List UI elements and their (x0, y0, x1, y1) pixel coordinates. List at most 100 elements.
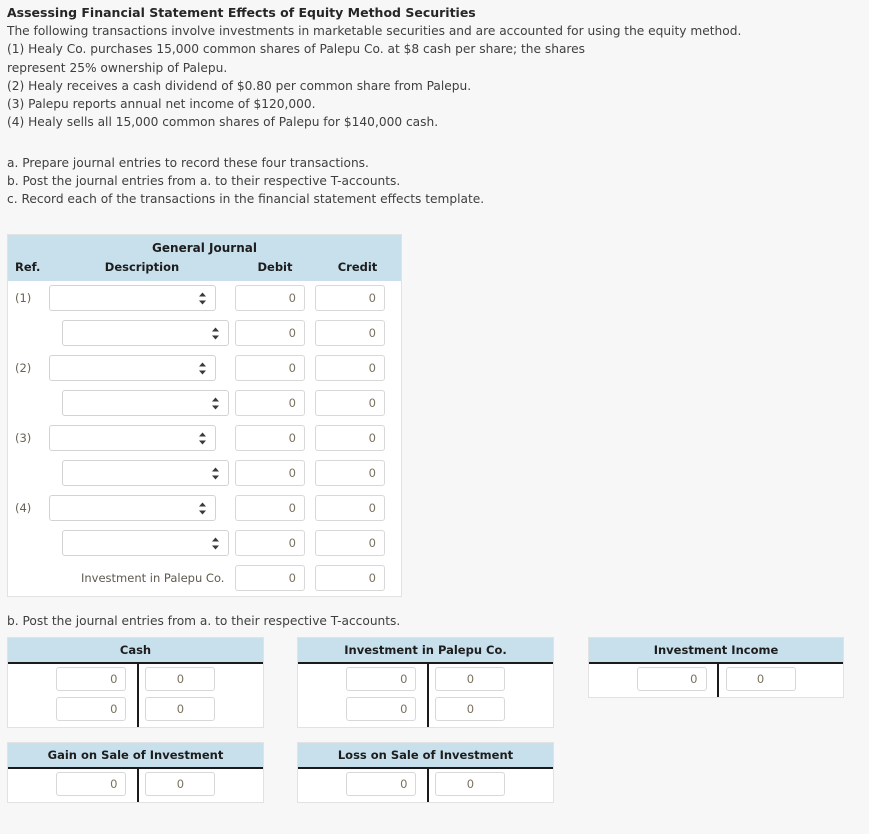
t-account-body (298, 768, 553, 802)
t-account-line (8, 769, 263, 799)
chevron-updown-icon (198, 291, 207, 306)
debit-input[interactable] (235, 355, 305, 382)
journal-credit-cell (315, 390, 400, 417)
t-account-body (589, 663, 843, 697)
journal-debit-cell (235, 320, 315, 347)
t-account-credit-input[interactable] (145, 666, 216, 691)
t-account-center-divider (717, 663, 719, 697)
t-account-debit-input[interactable] (636, 666, 707, 691)
t-account-credit-side (425, 771, 553, 796)
t-account-title: Investment in Palepu Co. (298, 637, 553, 664)
credit-input[interactable] (315, 425, 385, 452)
t-account-debit-side (298, 696, 425, 721)
journal-description-cell (49, 285, 235, 312)
journal-row (8, 316, 401, 351)
journal-description-cell (49, 390, 235, 417)
journal-row (8, 456, 401, 491)
t-account-credit-input[interactable] (435, 696, 506, 721)
account-select[interactable] (62, 320, 229, 347)
t-account-line (589, 664, 843, 694)
t-account-credit-side (135, 696, 263, 721)
journal-description-cell (49, 530, 235, 557)
t-account-debit-input[interactable] (56, 696, 127, 721)
journal-row: (2) (8, 351, 401, 386)
t-account-debit-side (298, 771, 425, 796)
credit-input[interactable] (315, 495, 385, 522)
debit-input[interactable] (235, 495, 305, 522)
t-account-credit-input[interactable] (435, 771, 506, 796)
journal-credit-cell (315, 425, 400, 452)
t-account-credit-input[interactable] (145, 771, 216, 796)
t-account-credit-side (135, 771, 263, 796)
journal-debit-cell (235, 390, 315, 417)
credit-input[interactable] (315, 565, 385, 592)
credit-input[interactable] (315, 530, 385, 557)
intro-line-4: (2) Healy receives a cash dividend of $0… (7, 78, 472, 93)
debit-input[interactable] (235, 530, 305, 557)
debit-input[interactable] (235, 320, 305, 347)
t-account-credit-input[interactable] (435, 666, 506, 691)
account-select[interactable] (49, 285, 216, 312)
intro-line-3: represent 25% ownership of Palepu. (7, 60, 228, 75)
t-account-bottom-pad (8, 724, 263, 727)
account-select[interactable] (49, 355, 216, 382)
journal-description-cell (49, 460, 235, 487)
credit-input[interactable] (315, 390, 385, 417)
t-account-center-divider (137, 768, 139, 802)
journal-description-cell: Investment in Palepu Co. (49, 571, 235, 585)
t-account-debit-input[interactable] (346, 771, 417, 796)
t-account-body (298, 663, 553, 727)
chevron-updown-icon (198, 361, 207, 376)
journal-description-text: Investment in Palepu Co. (81, 571, 225, 586)
credit-input[interactable] (315, 285, 385, 312)
journal-debit-cell (235, 460, 315, 487)
t-account-debit-input[interactable] (56, 666, 127, 691)
journal-row: Investment in Palepu Co. (8, 561, 401, 596)
t-account-line (8, 694, 263, 724)
journal-credit-cell (315, 320, 400, 347)
debit-input[interactable] (235, 285, 305, 312)
journal-debit-cell (235, 565, 315, 592)
t-account-center-divider (427, 768, 429, 802)
chevron-updown-icon (198, 431, 207, 446)
t-account-debit-input[interactable] (56, 771, 127, 796)
debit-input[interactable] (235, 390, 305, 417)
t-account-center-divider (137, 663, 139, 727)
t-account-credit-input[interactable] (145, 696, 216, 721)
credit-input[interactable] (315, 460, 385, 487)
t-account-bottom-pad (298, 799, 553, 802)
credit-input[interactable] (315, 320, 385, 347)
journal-credit-cell (315, 565, 400, 592)
t-account-center-divider (427, 663, 429, 727)
debit-input[interactable] (235, 460, 305, 487)
t-account-line (298, 769, 553, 799)
worksheet-page: Assessing Financial Statement Effects of… (0, 0, 869, 803)
journal-row: (3) (8, 421, 401, 456)
intro-line-5: (3) Palepu reports annual net income of … (7, 97, 316, 112)
t-account-debit-input[interactable] (346, 666, 417, 691)
t-account-debit-input[interactable] (346, 696, 417, 721)
column-header-debit: Debit (257, 259, 293, 274)
account-select[interactable] (49, 495, 216, 522)
account-select[interactable] (49, 425, 216, 452)
journal-description-cell (49, 495, 235, 522)
requirement-a: a. Prepare journal entries to record the… (7, 155, 369, 170)
debit-input[interactable] (235, 425, 305, 452)
t-account-title: Cash (8, 637, 263, 664)
t-account: Investment Income (588, 636, 844, 698)
account-select[interactable] (62, 390, 229, 417)
account-select[interactable] (62, 460, 229, 487)
intro-line-6: (4) Healy sells all 15,000 common shares… (7, 115, 439, 130)
t-account: Gain on Sale of Investment (7, 741, 264, 803)
t-account-line (298, 694, 553, 724)
t-account-debit-side (298, 666, 425, 691)
debit-input[interactable] (235, 565, 305, 592)
t-account-credit-input[interactable] (725, 666, 796, 691)
credit-input[interactable] (315, 355, 385, 382)
general-journal-table: General Journal Ref. Description Debit C… (7, 233, 402, 597)
intro-line-2: (1) Healy Co. purchases 15,000 common sh… (7, 42, 586, 57)
journal-row-ref: (2) (15, 361, 32, 376)
t-account-credit-side (425, 666, 553, 691)
general-journal-title: General Journal (8, 234, 401, 260)
account-select[interactable] (62, 530, 229, 557)
